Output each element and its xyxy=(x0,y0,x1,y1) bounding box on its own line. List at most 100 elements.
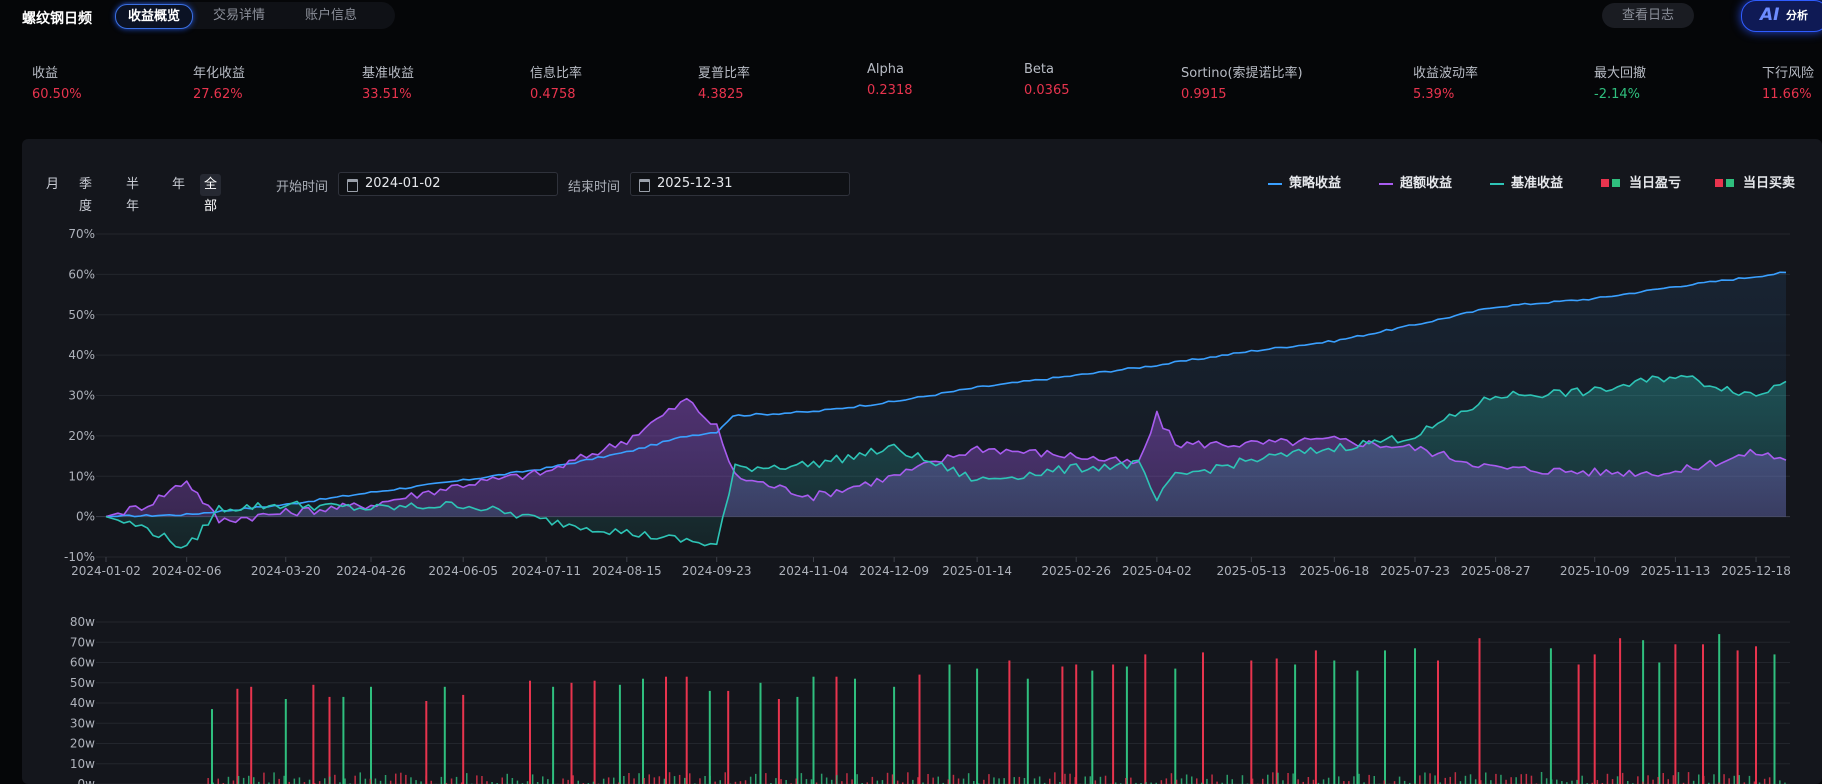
pnl-bar-small xyxy=(1104,775,1107,784)
pnl-bar-small xyxy=(283,775,285,784)
pnl-bar-small xyxy=(466,773,468,784)
pnl-bar-small xyxy=(876,780,879,784)
pnl-bar xyxy=(529,680,531,784)
pnl-bar-small xyxy=(1064,773,1066,784)
pnl-bar-small xyxy=(1297,779,1299,784)
pnl-bar-small xyxy=(1241,775,1244,784)
pnl-bar-small xyxy=(324,778,326,784)
pnl-bar-small xyxy=(1424,772,1426,784)
pnl-bar-small xyxy=(1074,777,1076,784)
pnl-bar-small xyxy=(1662,773,1664,784)
pnl-bar-small xyxy=(1003,778,1005,784)
pnl-bar-small xyxy=(567,779,569,784)
pnl-bar-small xyxy=(1373,776,1375,784)
pnl-bar xyxy=(665,676,667,784)
pnl-bar-small xyxy=(1672,775,1675,784)
pnl-bar-small xyxy=(1515,777,1517,784)
pnl-bar-small xyxy=(871,776,874,784)
pnl-bar-small xyxy=(709,775,711,784)
pnl-bar-small xyxy=(998,778,1000,784)
pnl-bar-small xyxy=(344,778,346,784)
pnl-bar-small xyxy=(689,773,691,784)
pnl-bar-small xyxy=(1251,778,1254,784)
pnl-bar-small xyxy=(400,772,402,784)
pnl-bar-small xyxy=(744,780,747,784)
bar-y-tick-label: 60w xyxy=(70,656,95,670)
pnl-bar-small xyxy=(1550,779,1553,784)
pnl-bar xyxy=(1577,664,1580,784)
pnl-bar-small xyxy=(805,779,808,784)
pnl-bar-small xyxy=(1480,780,1482,784)
pnl-bar-small xyxy=(273,772,275,784)
pnl-bar-small xyxy=(506,773,508,784)
pnl-bar-small xyxy=(1125,778,1127,784)
pnl-bar-small xyxy=(1383,780,1386,784)
y-tick-label: 60% xyxy=(68,267,95,281)
pnl-bar xyxy=(708,690,711,784)
pnl-bar-small xyxy=(1738,775,1740,784)
pnl-bar-small xyxy=(663,778,666,784)
pnl-bar-small xyxy=(1312,779,1315,784)
pnl-bar-small xyxy=(993,777,995,784)
bar-y-tick-label: 70w xyxy=(70,635,95,649)
pnl-bar-small xyxy=(983,779,985,784)
pnl-bar xyxy=(796,696,799,784)
pnl-bar-small xyxy=(1687,772,1690,784)
pnl-bar-small xyxy=(1282,780,1284,784)
pnl-bar-small xyxy=(1272,772,1274,784)
pnl-bar-small xyxy=(1520,774,1522,784)
x-tick-label: 2024-01-02 xyxy=(71,564,141,578)
pnl-bar-small xyxy=(1611,779,1614,784)
pnl-bar-small xyxy=(749,776,752,784)
pnl-bar-small xyxy=(1196,778,1198,784)
pnl-bar xyxy=(1755,646,1757,784)
pnl-bar-small xyxy=(653,777,656,784)
pnl-bar-small xyxy=(354,775,356,784)
x-tick-label: 2025-01-14 xyxy=(942,564,1012,578)
pnl-bar-small xyxy=(1728,778,1730,784)
pnl-bar-small xyxy=(1657,777,1659,784)
pnl-bar-small xyxy=(1175,779,1178,784)
pnl-bar-small xyxy=(1647,775,1649,784)
pnl-bar-small xyxy=(891,774,894,784)
pnl-bar-small xyxy=(369,778,372,784)
x-tick-label: 2025-12-18 xyxy=(1721,564,1791,578)
pnl-bar-small xyxy=(831,779,833,784)
pnl-bar-small xyxy=(602,778,605,784)
pnl-bar xyxy=(211,709,213,784)
pnl-bar-small xyxy=(1606,773,1609,784)
x-tick-label: 2025-02-26 xyxy=(1041,564,1111,578)
pnl-bar-small xyxy=(253,777,255,784)
pnl-bar-small xyxy=(643,778,645,784)
bar-y-tick-label: 30w xyxy=(70,716,95,730)
pnl-bar-small xyxy=(1191,776,1193,784)
pnl-bar-small xyxy=(334,774,336,784)
pnl-bar xyxy=(1144,654,1147,784)
pnl-bar-small xyxy=(1485,772,1487,784)
pnl-bar xyxy=(948,664,951,784)
pnl-bar-small xyxy=(1449,776,1451,784)
pnl-bar-small xyxy=(947,779,950,784)
pnl-bar-small xyxy=(932,777,934,784)
pnl-bar-small xyxy=(1763,778,1766,784)
pnl-bar-small xyxy=(329,776,331,784)
pnl-bar-small xyxy=(1038,776,1041,784)
pnl-bar-small xyxy=(1033,778,1036,784)
x-tick-label: 2024-07-11 xyxy=(511,564,581,578)
bar-y-tick-label: 20w xyxy=(70,737,95,751)
pnl-bar-small xyxy=(927,774,929,784)
pnl-bar-small xyxy=(1206,778,1208,784)
pnl-bar-small xyxy=(542,776,544,784)
pnl-bar-small xyxy=(1358,773,1360,784)
pnl-bar-small xyxy=(1698,774,1700,784)
pnl-bar xyxy=(1658,662,1661,784)
pnl-bar xyxy=(1061,666,1064,784)
pnl-bar-small xyxy=(881,780,884,784)
pnl-bar-small xyxy=(800,773,803,784)
pnl-bar-small xyxy=(988,774,990,784)
pnl-bar-small xyxy=(1054,772,1056,784)
pnl-bar-small xyxy=(481,776,483,784)
pnl-bar-small xyxy=(668,772,671,784)
pnl-bar xyxy=(835,676,838,784)
pnl-bar-small xyxy=(719,780,721,784)
